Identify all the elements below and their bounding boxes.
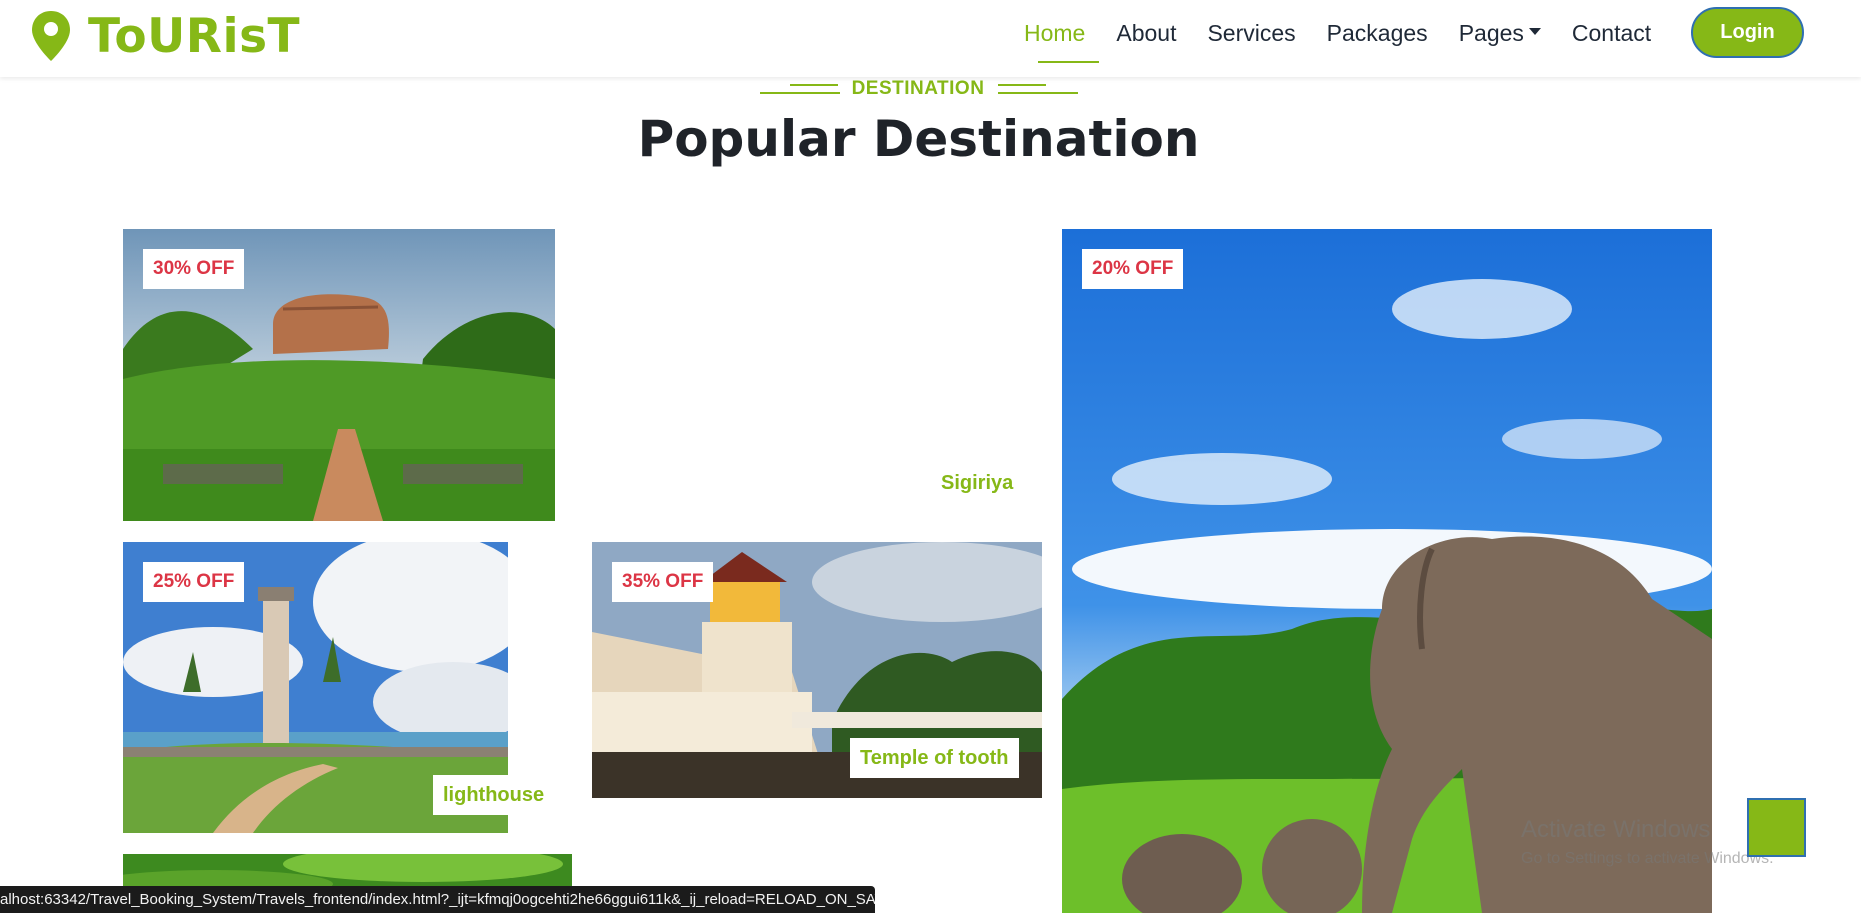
nav-services[interactable]: Services — [1207, 0, 1295, 77]
brand-logo[interactable]: ToURisT — [30, 8, 300, 64]
brand-name: ToURisT — [88, 8, 301, 64]
nav-home[interactable]: Home — [1024, 0, 1100, 77]
eyebrow-decoration-right — [998, 82, 1079, 96]
discount-badge: 20% OFF — [1082, 249, 1184, 289]
destination-label-lighthouse[interactable]: lighthouse — [433, 775, 555, 815]
caret-down-icon — [1528, 28, 1541, 36]
destination-label-temple[interactable]: Temple of tooth — [850, 738, 1019, 778]
elephants-photo — [1062, 229, 1712, 913]
nav-pages-label: Pages — [1458, 20, 1524, 46]
browser-status-url: alhost:63342/Travel_Booking_System/Trave… — [0, 886, 875, 913]
destination-card-elephants[interactable]: 20% OFF — [1062, 229, 1712, 913]
eyebrow-text: DESTINATION — [851, 78, 985, 99]
destination-label-sigiriya[interactable]: Sigiriya — [931, 463, 1024, 503]
main-nav: Home About Services Packages Pages Conta… — [1024, 0, 1682, 77]
navbar: ToURisT Home About Services Packages Pag… — [0, 0, 1861, 77]
nav-contact[interactable]: Contact — [1572, 0, 1651, 77]
nav-packages[interactable]: Packages — [1327, 0, 1428, 77]
nav-about[interactable]: About — [1116, 0, 1176, 77]
activate-windows-subtitle: Go to Settings to activate Windows. — [1521, 850, 1774, 867]
destination-card-sigiriya[interactable]: 30% OFF — [123, 229, 555, 521]
back-to-top-button[interactable] — [1747, 798, 1806, 857]
discount-badge: 35% OFF — [612, 562, 714, 602]
nav-pages-dropdown[interactable]: Pages — [1459, 0, 1541, 77]
section-eyebrow: DESTINATION — [760, 76, 1079, 102]
discount-badge: 25% OFF — [143, 562, 245, 602]
login-button[interactable]: Login — [1691, 7, 1804, 58]
eyebrow-decoration-left — [760, 82, 840, 96]
destination-card-temple[interactable]: 35% OFF Temple of tooth — [592, 542, 1042, 798]
map-pin-icon — [32, 11, 70, 61]
discount-badge: 30% OFF — [143, 249, 245, 289]
section-title: Popular Destination — [637, 110, 1200, 168]
activate-windows-title: Activate Windows — [1521, 816, 1711, 843]
activate-windows-watermark: Activate Windows Go to Settings to activ… — [1521, 816, 1774, 868]
